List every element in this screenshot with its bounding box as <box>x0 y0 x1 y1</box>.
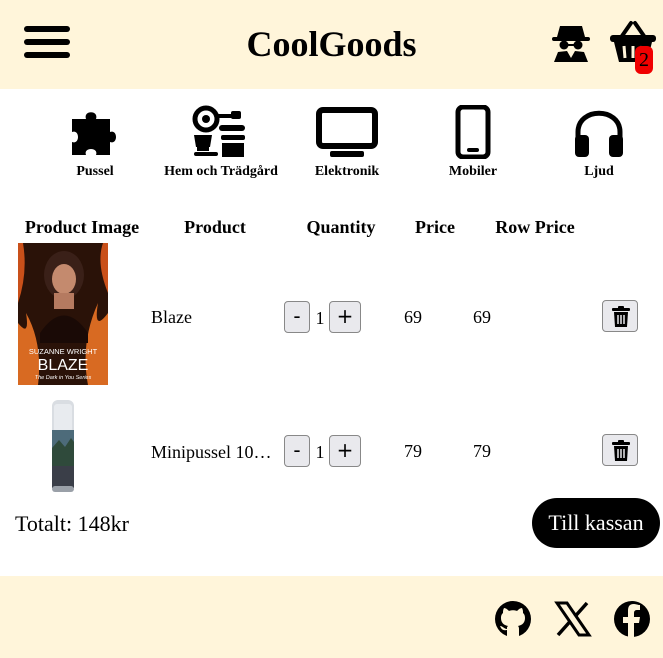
cart-total: Totalt: 148kr <box>15 511 129 536</box>
product-image-minipussel <box>52 400 74 492</box>
svg-text:SUZANNE WRIGHT: SUZANNE WRIGHT <box>29 347 98 356</box>
category-label: Ljud <box>584 164 614 179</box>
col-price: Price <box>415 217 455 237</box>
monitor-icon <box>316 107 378 157</box>
category-label: Hem och Trädgård <box>164 164 278 179</box>
col-product-image: Product Image <box>24 217 140 237</box>
product-image-blaze: SUZANNE WRIGHT BLAZE The Dark in You Ser… <box>18 243 108 385</box>
product-name[interactable]: Minipussel 1000 bitar <box>151 441 275 463</box>
decrease-quantity-button[interactable]: - <box>284 301 310 333</box>
category-hem-och-tradgard[interactable]: Hem och Trädgård <box>151 105 291 180</box>
category-pussel[interactable]: Pussel <box>25 105 165 180</box>
incognito-user-icon[interactable] <box>552 22 590 62</box>
category-ljud[interactable]: Ljud <box>529 105 663 180</box>
cart-count-badge: 2 <box>635 46 653 74</box>
trash-icon <box>612 306 630 327</box>
col-quantity: Quantity <box>306 217 376 237</box>
category-mobiler[interactable]: Mobiler <box>403 105 543 180</box>
puzzle-icon <box>72 112 116 155</box>
facebook-icon[interactable] <box>613 600 651 638</box>
col-row-price: Row Price <box>495 217 575 237</box>
increase-quantity-button[interactable]: + <box>329 435 361 467</box>
book-cover-text: SUZANNE WRIGHT BLAZE The Dark in You Ser… <box>29 347 98 381</box>
checkout-button[interactable]: Till kassan <box>532 498 660 548</box>
home-garden-icon <box>192 105 245 157</box>
product-name[interactable]: Blaze <box>151 306 275 328</box>
category-label: Pussel <box>76 164 114 179</box>
row-price: 79 <box>473 441 491 461</box>
category-label: Elektronik <box>314 164 380 179</box>
trash-icon <box>612 440 630 461</box>
svg-text:The Dark in You Series: The Dark in You Series <box>35 375 92 381</box>
quantity-value: 1 <box>315 442 325 462</box>
remove-item-button[interactable] <box>602 434 638 466</box>
row-price: 69 <box>473 307 491 327</box>
quantity-value: 1 <box>315 308 325 328</box>
github-icon[interactable] <box>494 600 532 638</box>
decrease-quantity-button[interactable]: - <box>284 435 310 467</box>
increase-quantity-button[interactable]: + <box>329 301 361 333</box>
unit-price: 79 <box>404 441 422 461</box>
remove-item-button[interactable] <box>602 300 638 332</box>
category-label: Mobiler <box>448 164 498 179</box>
headphones-icon <box>575 110 623 157</box>
svg-text:BLAZE: BLAZE <box>38 357 89 374</box>
category-elektronik[interactable]: Elektronik <box>277 105 417 180</box>
col-product: Product <box>184 217 246 237</box>
mobile-icon <box>455 105 491 159</box>
x-icon[interactable] <box>554 600 592 638</box>
unit-price: 69 <box>404 307 422 327</box>
